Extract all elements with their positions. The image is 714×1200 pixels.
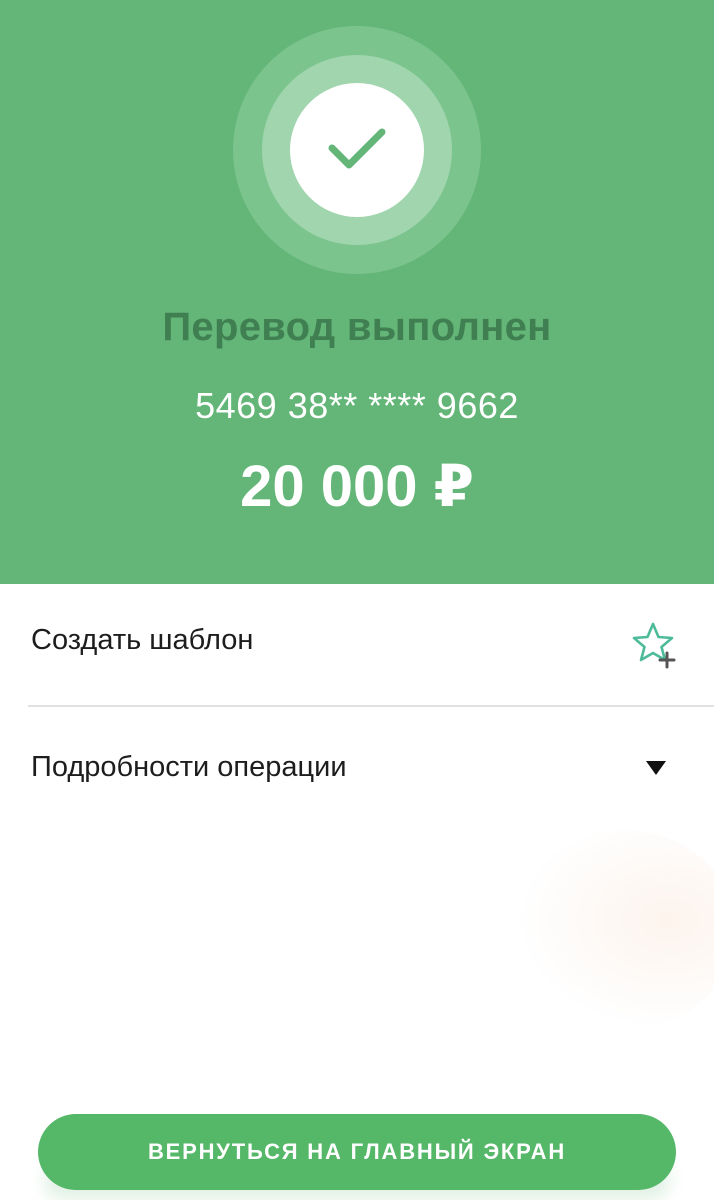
transfer-success-screen: Перевод выполнен 5469 38** **** 9662 20 …: [0, 0, 714, 1200]
return-home-button[interactable]: ВЕРНУТЬСЯ НА ГЛАВНЫЙ ЭКРАН: [38, 1114, 676, 1190]
section-divider: [28, 705, 714, 707]
star-plus-icon: [632, 622, 676, 669]
operation-details-row[interactable]: Подробности операции: [0, 708, 714, 828]
checkmark-icon: [328, 128, 386, 169]
operation-details-label: Подробности операции: [31, 751, 347, 783]
caret-down-icon: [646, 761, 666, 775]
card-number: 5469 38** **** 9662: [195, 385, 519, 426]
create-template-label: Создать шаблон: [31, 624, 254, 656]
success-header: Перевод выполнен 5469 38** **** 9662 20 …: [0, 0, 714, 584]
status-title: Перевод выполнен: [162, 305, 552, 349]
transfer-amount: 20 000 ₽: [240, 454, 474, 519]
create-template-row[interactable]: Создать шаблон: [0, 584, 714, 704]
background-decoration: [515, 830, 714, 1030]
